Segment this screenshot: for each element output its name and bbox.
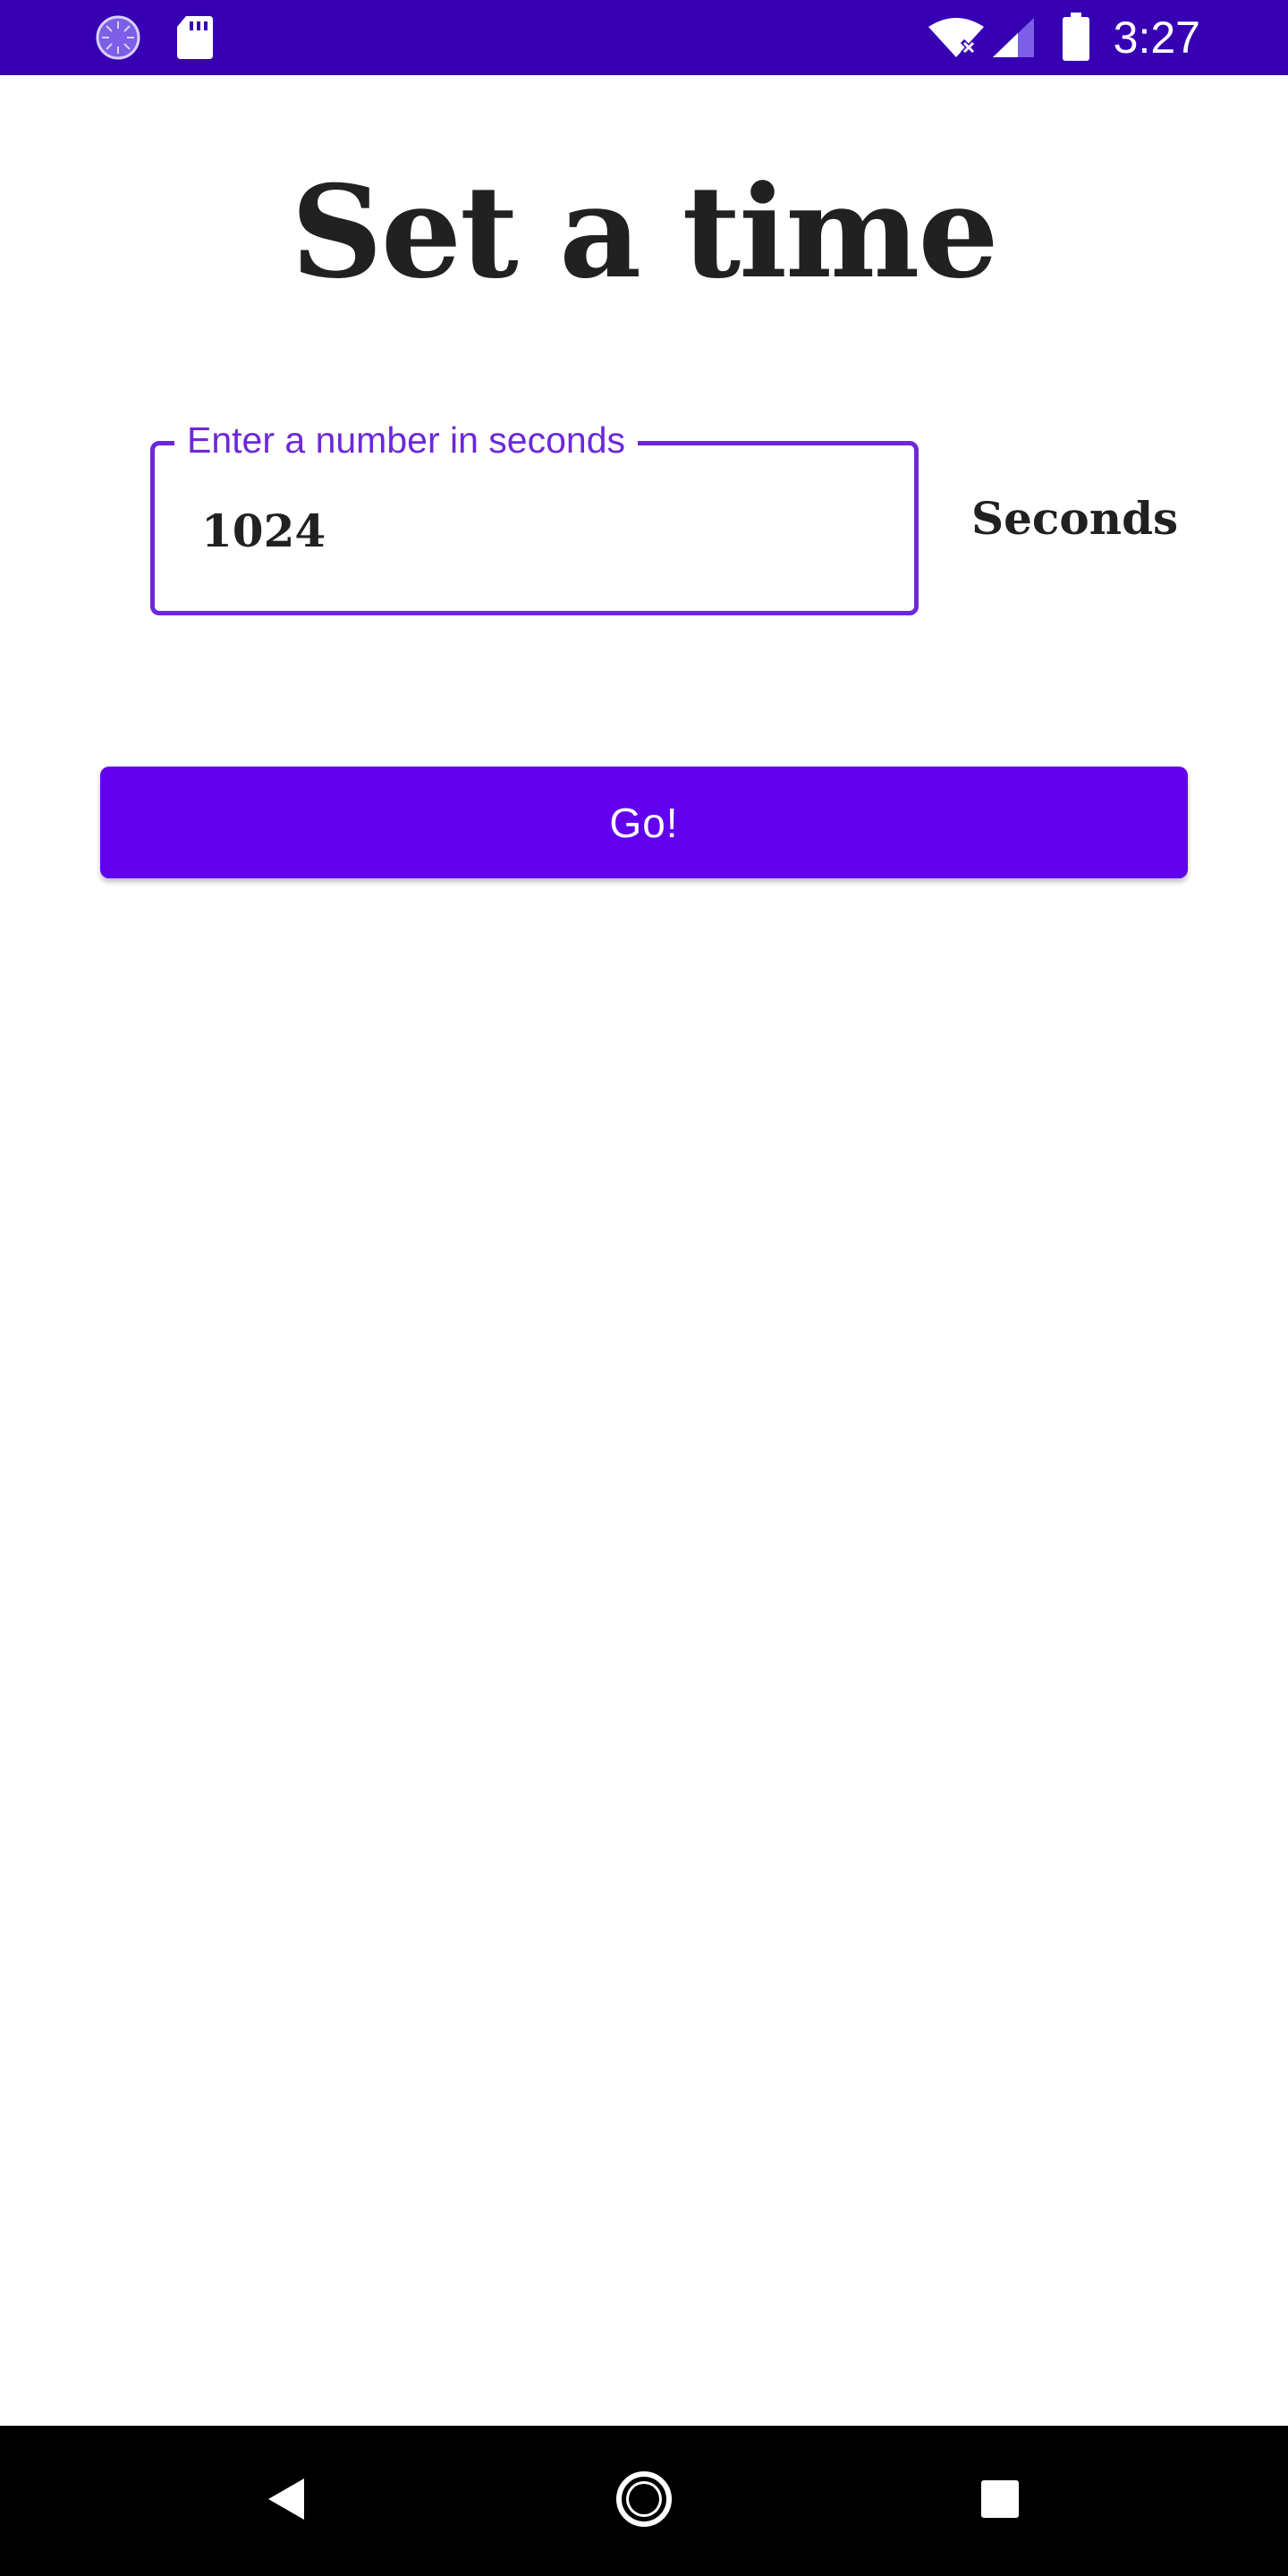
- wifi-off-icon: [927, 16, 986, 63]
- loading-circle-icon: [95, 14, 141, 64]
- battery-icon: [1063, 13, 1089, 64]
- page-title: Set a time: [291, 158, 999, 307]
- status-bar: 3:27: [0, 0, 1288, 75]
- seconds-unit-label: Seconds: [971, 492, 1179, 545]
- navigation-bar: [0, 2426, 1288, 2576]
- seconds-field[interactable]: Enter a number in seconds: [150, 413, 919, 615]
- cell-signal-icon: [991, 16, 1036, 63]
- seconds-input[interactable]: [201, 495, 863, 566]
- status-bar-time: 3:27: [1113, 13, 1200, 63]
- back-button[interactable]: [197, 2426, 376, 2576]
- back-icon: [267, 2477, 306, 2525]
- recents-icon: [980, 2479, 1020, 2522]
- go-button[interactable]: Go!: [100, 767, 1188, 878]
- sd-card-icon: [175, 14, 215, 64]
- recents-button[interactable]: [911, 2426, 1089, 2576]
- home-icon: [614, 2470, 674, 2532]
- home-button[interactable]: [555, 2426, 733, 2576]
- seconds-field-label: Enter a number in seconds: [174, 413, 638, 467]
